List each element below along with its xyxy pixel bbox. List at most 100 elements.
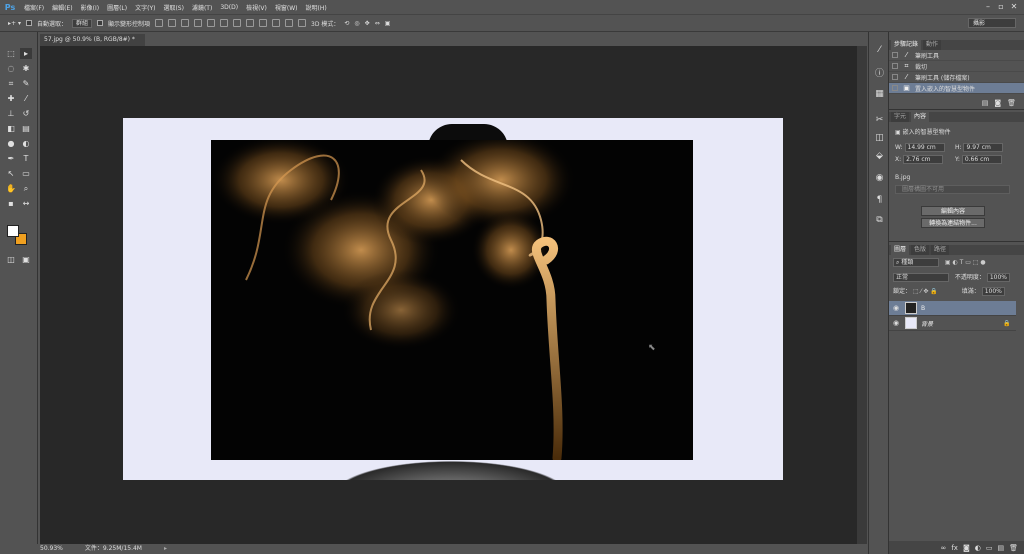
align-vcenter-icon[interactable]	[168, 19, 177, 27]
tab-paths[interactable]: 路徑	[931, 245, 950, 255]
add-mask-icon[interactable]: ◙	[963, 544, 970, 552]
lasso-tool-icon[interactable]: ◌	[5, 63, 17, 74]
menu-select[interactable]: 選取(S)	[159, 3, 188, 12]
type-tool-icon[interactable]: T	[20, 153, 32, 164]
document-canvas[interactable]	[123, 118, 783, 480]
brush-panel-icon[interactable]: ⁄	[873, 44, 886, 57]
menu-filter[interactable]: 濾鏡(T)	[188, 3, 216, 12]
maximize-icon[interactable]: ▫	[995, 2, 1007, 11]
menu-edit[interactable]: 編輯(E)	[48, 3, 76, 12]
align-hcenter-icon[interactable]	[207, 19, 216, 27]
tools-panel-icon[interactable]: ✂	[873, 114, 886, 127]
history-panel-icon[interactable]: ▦	[873, 88, 886, 101]
shape-tool-icon[interactable]: ▭	[20, 168, 32, 179]
eraser-icon[interactable]: ◧	[5, 123, 17, 134]
gradient-tool-icon[interactable]: ▤	[20, 123, 32, 134]
tab-history[interactable]: 步驟記錄	[891, 40, 922, 50]
blend-mode-dropdown[interactable]: 正常	[893, 273, 949, 282]
y-field[interactable]: 0.66 cm	[961, 155, 1002, 164]
marquee-tool-icon[interactable]: ⬚	[5, 48, 17, 59]
distribute-bottom-icon[interactable]	[259, 19, 268, 27]
clone-stamp-icon[interactable]: ⊥	[5, 108, 17, 119]
align-right-icon[interactable]	[220, 19, 229, 27]
swap-colors-icon[interactable]: ↔	[20, 198, 32, 209]
link-layers-icon[interactable]: ∞	[941, 544, 947, 552]
3d-scale-icon[interactable]: ▣	[385, 20, 391, 27]
convert-to-linked-button[interactable]: 轉換為連結物件...	[921, 218, 985, 228]
new-layer-icon[interactable]: ▤	[997, 544, 1004, 552]
distribute-right-icon[interactable]	[298, 19, 307, 27]
brush-tool-icon[interactable]: ⁄	[20, 93, 32, 104]
layer-row[interactable]: ◉ 背景 🔒	[889, 316, 1016, 331]
distribute-vcenter-icon[interactable]	[246, 19, 255, 27]
menu-3d[interactable]: 3D(D)	[216, 4, 242, 11]
navigator-panel-icon[interactable]: ◉	[873, 172, 886, 185]
healing-brush-icon[interactable]: ✚	[5, 93, 17, 104]
3d-rotate-icon[interactable]: ⟲	[344, 20, 349, 27]
default-colors-icon[interactable]: ▪	[5, 198, 17, 209]
new-group-icon[interactable]: ▭	[986, 544, 993, 552]
history-checkbox[interactable]	[892, 63, 898, 69]
menu-layer[interactable]: 圖層(L)	[103, 3, 131, 12]
smoke-image[interactable]	[211, 140, 693, 460]
history-checkbox[interactable]	[892, 52, 898, 58]
adjust-panel-icon[interactable]: ◫	[873, 132, 886, 145]
document-tab[interactable]: 57.jpg @ 50.9% (B, RGB/8#) *	[40, 34, 145, 46]
delete-layer-icon[interactable]: 🗑	[1009, 544, 1018, 552]
menu-help[interactable]: 說明(H)	[302, 3, 331, 12]
tab-actions[interactable]: 動作	[923, 40, 942, 50]
paragraph-panel-icon[interactable]: ¶	[873, 194, 886, 207]
tab-character[interactable]: 字元	[891, 112, 910, 122]
layer-row[interactable]: ◉ B	[889, 301, 1016, 316]
layer-comp-dropdown[interactable]: 圖層構圖不可用	[895, 185, 1010, 194]
foreground-color-swatch[interactable]	[7, 225, 19, 237]
menu-file[interactable]: 檔案(F)	[20, 3, 48, 12]
opacity-field[interactable]: 100%	[986, 273, 1011, 282]
zoom-tool-icon[interactable]: ⌕	[20, 183, 32, 194]
clone-source-icon[interactable]: ⧉	[873, 214, 886, 227]
screen-mode-icon[interactable]: ▣	[20, 254, 32, 265]
history-checkbox[interactable]	[892, 85, 898, 91]
transform-controls-checkbox[interactable]	[97, 20, 103, 26]
canvas-area[interactable]: ⬉	[40, 46, 867, 544]
dodge-tool-icon[interactable]: ◐	[20, 138, 32, 149]
move-tool-icon[interactable]: ▸	[20, 48, 32, 59]
filter-kind-dropdown[interactable]: ⌕ 種類	[893, 258, 939, 267]
quick-mask-icon[interactable]: ◫	[5, 254, 17, 265]
menu-type[interactable]: 文字(Y)	[131, 3, 159, 12]
filter-icons[interactable]: ▣ ◐ T ▭ ⬚ ●	[945, 259, 986, 266]
history-row[interactable]: ⁄ 筆刷工具 (儲存檔案)	[889, 72, 1024, 83]
new-document-icon[interactable]: ▤	[982, 99, 989, 107]
menu-window[interactable]: 視窗(W)	[271, 3, 302, 12]
status-menu-arrow-icon[interactable]: ▸	[164, 544, 172, 552]
canvas-scrollbar[interactable]	[857, 46, 867, 544]
visibility-eye-icon[interactable]: ◉	[893, 319, 901, 327]
info-panel-icon[interactable]: ⓘ	[873, 68, 886, 81]
tab-properties[interactable]: 內容	[911, 112, 930, 122]
auto-select-checkbox[interactable]	[25, 20, 32, 26]
close-icon[interactable]: ✕	[1008, 2, 1020, 11]
crop-tool-icon[interactable]: ⌗	[5, 78, 17, 89]
minimize-icon[interactable]: –	[982, 2, 994, 11]
x-field[interactable]: 2.76 cm	[903, 155, 944, 164]
history-row[interactable]: ⌗ 裁切	[889, 61, 1024, 72]
align-left-icon[interactable]	[194, 19, 203, 27]
camera-icon[interactable]: ◙	[994, 99, 1001, 107]
pen-tool-icon[interactable]: ✒	[5, 153, 17, 164]
menu-image[interactable]: 影像(I)	[77, 3, 103, 12]
menu-view[interactable]: 檢視(V)	[242, 3, 271, 12]
history-row[interactable]: ⁄ 筆刷工具	[889, 50, 1024, 61]
edit-contents-button[interactable]: 編輯內容	[921, 206, 985, 216]
eyedropper-icon[interactable]: ✎	[20, 78, 32, 89]
hand-tool-icon[interactable]: ✋	[5, 183, 17, 194]
3d-roll-icon[interactable]: ◎	[354, 20, 359, 27]
layer-style-icon[interactable]: fx	[951, 544, 958, 552]
height-field[interactable]: 9.97 cm	[963, 143, 1004, 152]
blur-tool-icon[interactable]: ●	[5, 138, 17, 149]
distribute-left-icon[interactable]	[272, 19, 281, 27]
lock-icons[interactable]: ⬚ ⁄ ✥ 🔒	[913, 288, 938, 295]
workspace-dropdown[interactable]: 攝影	[968, 18, 1016, 28]
auto-select-dropdown[interactable]: 群組	[71, 18, 92, 28]
distribute-top-icon[interactable]	[233, 19, 242, 27]
path-select-icon[interactable]: ↖	[5, 168, 17, 179]
